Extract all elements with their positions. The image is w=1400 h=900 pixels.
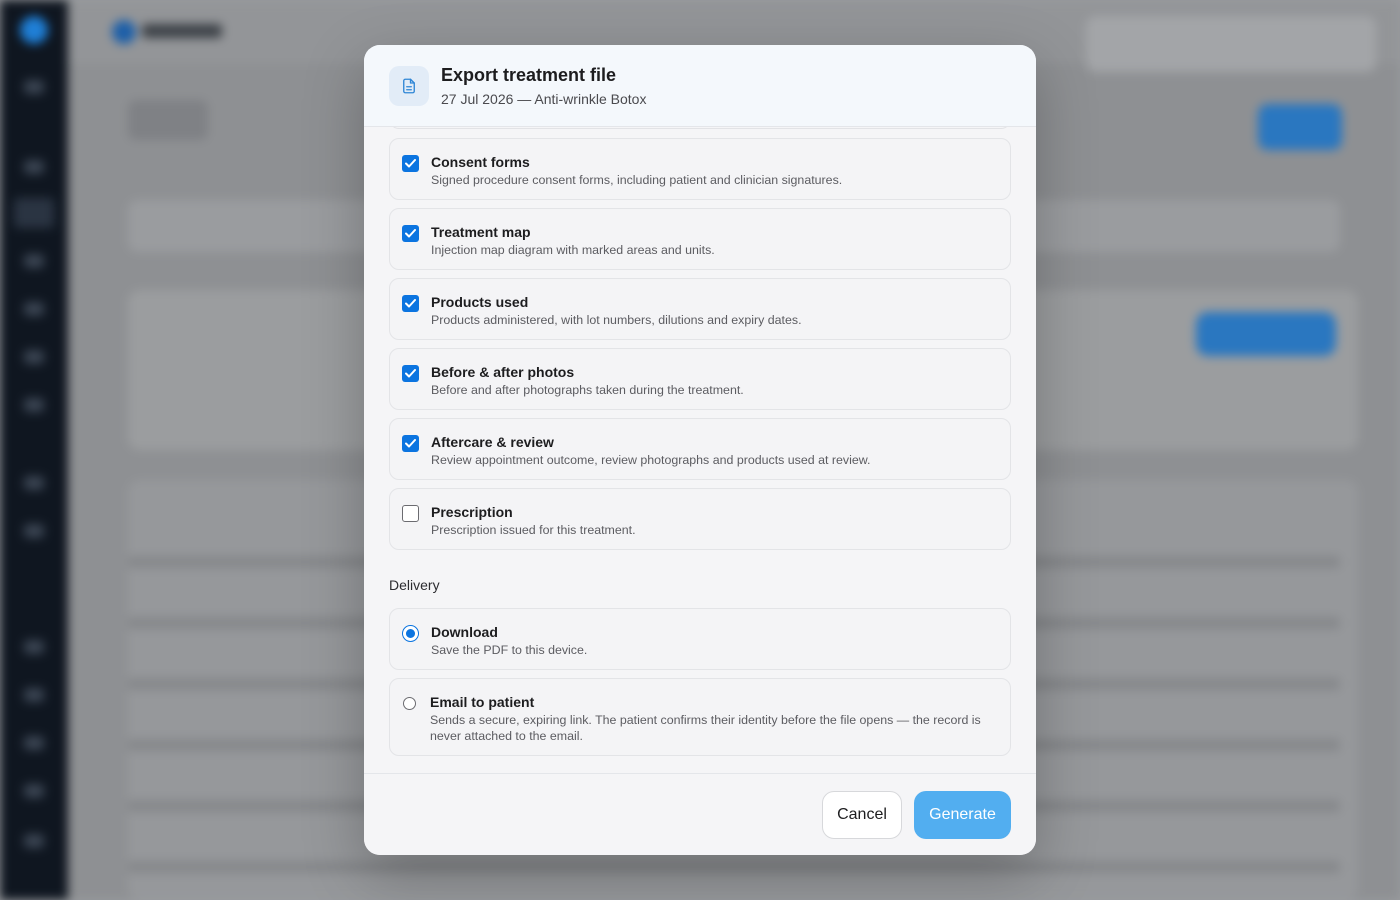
- delivery-option-email-to-patient[interactable]: Email to patient Sends a secure, expirin…: [389, 678, 1011, 756]
- background-cta: [1258, 104, 1342, 150]
- scrolled-option-edge: [389, 127, 1011, 129]
- generate-button[interactable]: Generate: [914, 790, 1011, 839]
- option-description: Prescription issued for this treatment.: [431, 523, 636, 537]
- email-to-patient-radio[interactable]: [403, 697, 416, 710]
- option-description: Before and after photographs taken durin…: [431, 383, 744, 397]
- option-description: Sends a secure, expiring link. The patie…: [430, 713, 981, 743]
- background-nav-item: [24, 476, 44, 490]
- option-title: Before & after photos: [431, 364, 575, 380]
- dialog-body[interactable]: Consent forms Signed procedure consent f…: [364, 127, 1036, 773]
- option-text: Download Save the PDF to this device.: [431, 623, 587, 658]
- option-aftercare-review[interactable]: Aftercare & review Review appointment ou…: [389, 418, 1011, 480]
- option-description: Save the PDF to this device.: [431, 643, 588, 657]
- background-nav-item: [24, 398, 44, 412]
- dialog-subtitle: 27 Jul 2026 — Anti-wrinkle Botox: [441, 90, 647, 107]
- before-after-photos-checkbox[interactable]: [402, 365, 419, 382]
- background-nav-item: [24, 160, 44, 174]
- option-title: Prescription: [431, 504, 513, 520]
- document-icon: [389, 65, 429, 106]
- option-text: Before & after photos Before and after p…: [431, 363, 744, 398]
- radio-dot: [406, 629, 415, 638]
- download-radio[interactable]: [402, 625, 419, 642]
- option-title: Aftercare & review: [431, 434, 554, 450]
- option-consent-forms[interactable]: Consent forms Signed procedure consent f…: [389, 138, 1011, 200]
- background-nav-item: [24, 640, 44, 654]
- background-card-button: [1196, 312, 1336, 356]
- dialog-title: Export treatment file: [441, 64, 617, 85]
- background-brand-text: [142, 24, 222, 38]
- background-nav-item: [24, 524, 44, 538]
- background-user-menu: [1086, 16, 1376, 72]
- consent-forms-checkbox[interactable]: [402, 155, 419, 172]
- export-dialog: Export treatment file 27 Jul 2026 — Anti…: [364, 45, 1036, 855]
- background-nav-item: [24, 80, 44, 94]
- background-logo: [20, 16, 48, 44]
- option-text: Prescription Prescription issued for thi…: [431, 503, 636, 538]
- option-description: Signed procedure consent forms, includin…: [431, 173, 843, 187]
- background-nav-item: [24, 688, 44, 702]
- delivery-option-download[interactable]: Download Save the PDF to this device.: [389, 608, 1011, 670]
- background-hero: [128, 100, 208, 140]
- dialog-header: Export treatment file 27 Jul 2026 — Anti…: [364, 45, 1036, 127]
- dialog-footer: Cancel Generate: [364, 773, 1036, 855]
- option-text: Email to patient Sends a secure, expirin…: [430, 693, 998, 744]
- background-nav-item: [24, 254, 44, 268]
- option-prescription[interactable]: Prescription Prescription issued for thi…: [389, 488, 1011, 550]
- option-title: Treatment map: [431, 224, 531, 240]
- option-treatment-map[interactable]: Treatment map Injection map diagram with…: [389, 208, 1011, 270]
- option-description: Products administered, with lot numbers,…: [431, 313, 802, 327]
- dialog-heading: Export treatment file 27 Jul 2026 — Anti…: [441, 64, 646, 108]
- background-row: [128, 861, 1340, 873]
- background-nav-item: [24, 834, 44, 848]
- background-nav-item: [24, 350, 44, 364]
- delivery-section-label: Delivery: [389, 577, 440, 593]
- aftercare-review-checkbox[interactable]: [402, 435, 419, 452]
- option-description: Injection map diagram with marked areas …: [431, 243, 715, 257]
- option-text: Consent forms Signed procedure consent f…: [431, 153, 842, 188]
- option-before-after-photos[interactable]: Before & after photos Before and after p…: [389, 348, 1011, 410]
- background-brand-icon: [112, 20, 136, 44]
- option-text: Treatment map Injection map diagram with…: [431, 223, 715, 258]
- treatment-map-checkbox[interactable]: [402, 225, 419, 242]
- cancel-button[interactable]: Cancel: [822, 790, 902, 839]
- background-sidebar: [0, 0, 68, 900]
- export-options-list: Consent forms Signed procedure consent f…: [389, 127, 1011, 550]
- option-products-used[interactable]: Products used Products administered, wit…: [389, 278, 1011, 340]
- option-title: Download: [431, 624, 498, 640]
- background-nav-item: [24, 736, 44, 750]
- option-text: Aftercare & review Review appointment ou…: [431, 433, 870, 468]
- products-used-checkbox[interactable]: [402, 295, 419, 312]
- background-nav-item: [24, 784, 44, 798]
- background-nav-item: [24, 302, 44, 316]
- option-title: Products used: [431, 294, 529, 310]
- option-text: Products used Products administered, wit…: [431, 293, 802, 328]
- option-description: Review appointment outcome, review photo…: [431, 453, 871, 467]
- option-title: Email to patient: [430, 694, 535, 710]
- option-title: Consent forms: [431, 154, 530, 170]
- background-nav-item: [14, 198, 54, 228]
- prescription-checkbox[interactable]: [402, 505, 419, 522]
